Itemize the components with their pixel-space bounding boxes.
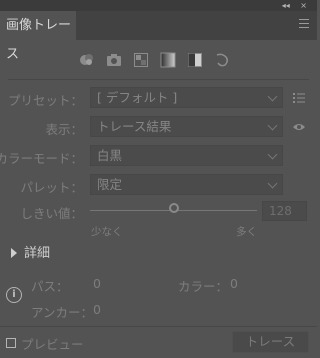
preview-label: プレビュー [21,337,84,352]
paths-label: パス： [31,279,69,294]
color-mode-value: 白黒 [97,148,123,163]
palette-dropdown[interactable]: 限定 [90,174,283,195]
preset-list-icon[interactable] [293,92,305,104]
chevron-down-icon [267,178,278,189]
chevron-down-icon [267,149,278,160]
palette-value: 限定 [97,177,123,192]
auto-color-icon[interactable] [79,52,95,68]
anchors-label: アンカー： [31,305,94,320]
chevron-down-icon [267,120,278,131]
grayscale-icon[interactable] [160,52,176,68]
view-value: トレース結果 [97,119,172,134]
preset-row: プリセット： [ デフォルト ] [0,87,317,109]
slider-min-label: 少なく [91,226,123,238]
details-toggle[interactable]: 詳細 [11,242,50,261]
chevron-down-icon [267,91,278,102]
threshold-label: しきい値： [20,206,83,221]
panel-menu-icon[interactable] [299,19,309,31]
camera-icon[interactable] [106,52,122,68]
color-mode-label: カラーモード： [0,151,83,166]
slider-max-label: 多く [236,226,257,238]
divider [0,326,317,327]
colors-value: 0 [230,276,238,291]
preset-value: [ デフォルト ] [97,90,178,105]
view-dropdown[interactable]: トレース結果 [90,116,283,137]
color-mode-dropdown[interactable]: 白黒 [90,145,283,166]
preview-checkbox[interactable] [6,338,16,348]
details-label: 詳細 [24,246,51,261]
panel-title-strip: ◂◂ × [0,0,317,11]
divider [8,79,309,80]
colors-label: カラー： [178,279,229,294]
palette-label: パレット： [20,180,83,195]
low-color-icon[interactable] [133,52,149,68]
tab-image-trace[interactable]: 画像トレース [0,11,76,62]
palette-row: パレット： 限定 [0,174,317,196]
view-row: 表示： トレース結果 [0,116,317,138]
close-panel-button[interactable]: × [300,1,307,10]
view-label: 表示： [45,122,83,137]
anchors-value: 0 [93,302,101,317]
tab-bar: 画像トレース [0,11,317,62]
preset-label: プリセット： [7,93,83,108]
outline-icon[interactable] [214,52,230,68]
trace-button[interactable]: トレース [232,331,309,353]
eye-icon[interactable] [292,122,306,132]
black-and-white-icon[interactable] [187,52,203,68]
threshold-input[interactable]: 128 [262,201,307,221]
collapse-panel-button[interactable]: ◂◂ [282,1,290,10]
info-icon: i [6,287,22,303]
disclosure-triangle-icon [11,248,17,258]
paths-value: 0 [93,276,101,291]
threshold-slider-handle[interactable] [168,203,179,213]
color-mode-row: カラーモード： 白黒 [0,145,317,167]
preset-dropdown[interactable]: [ デフォルト ] [90,87,283,108]
